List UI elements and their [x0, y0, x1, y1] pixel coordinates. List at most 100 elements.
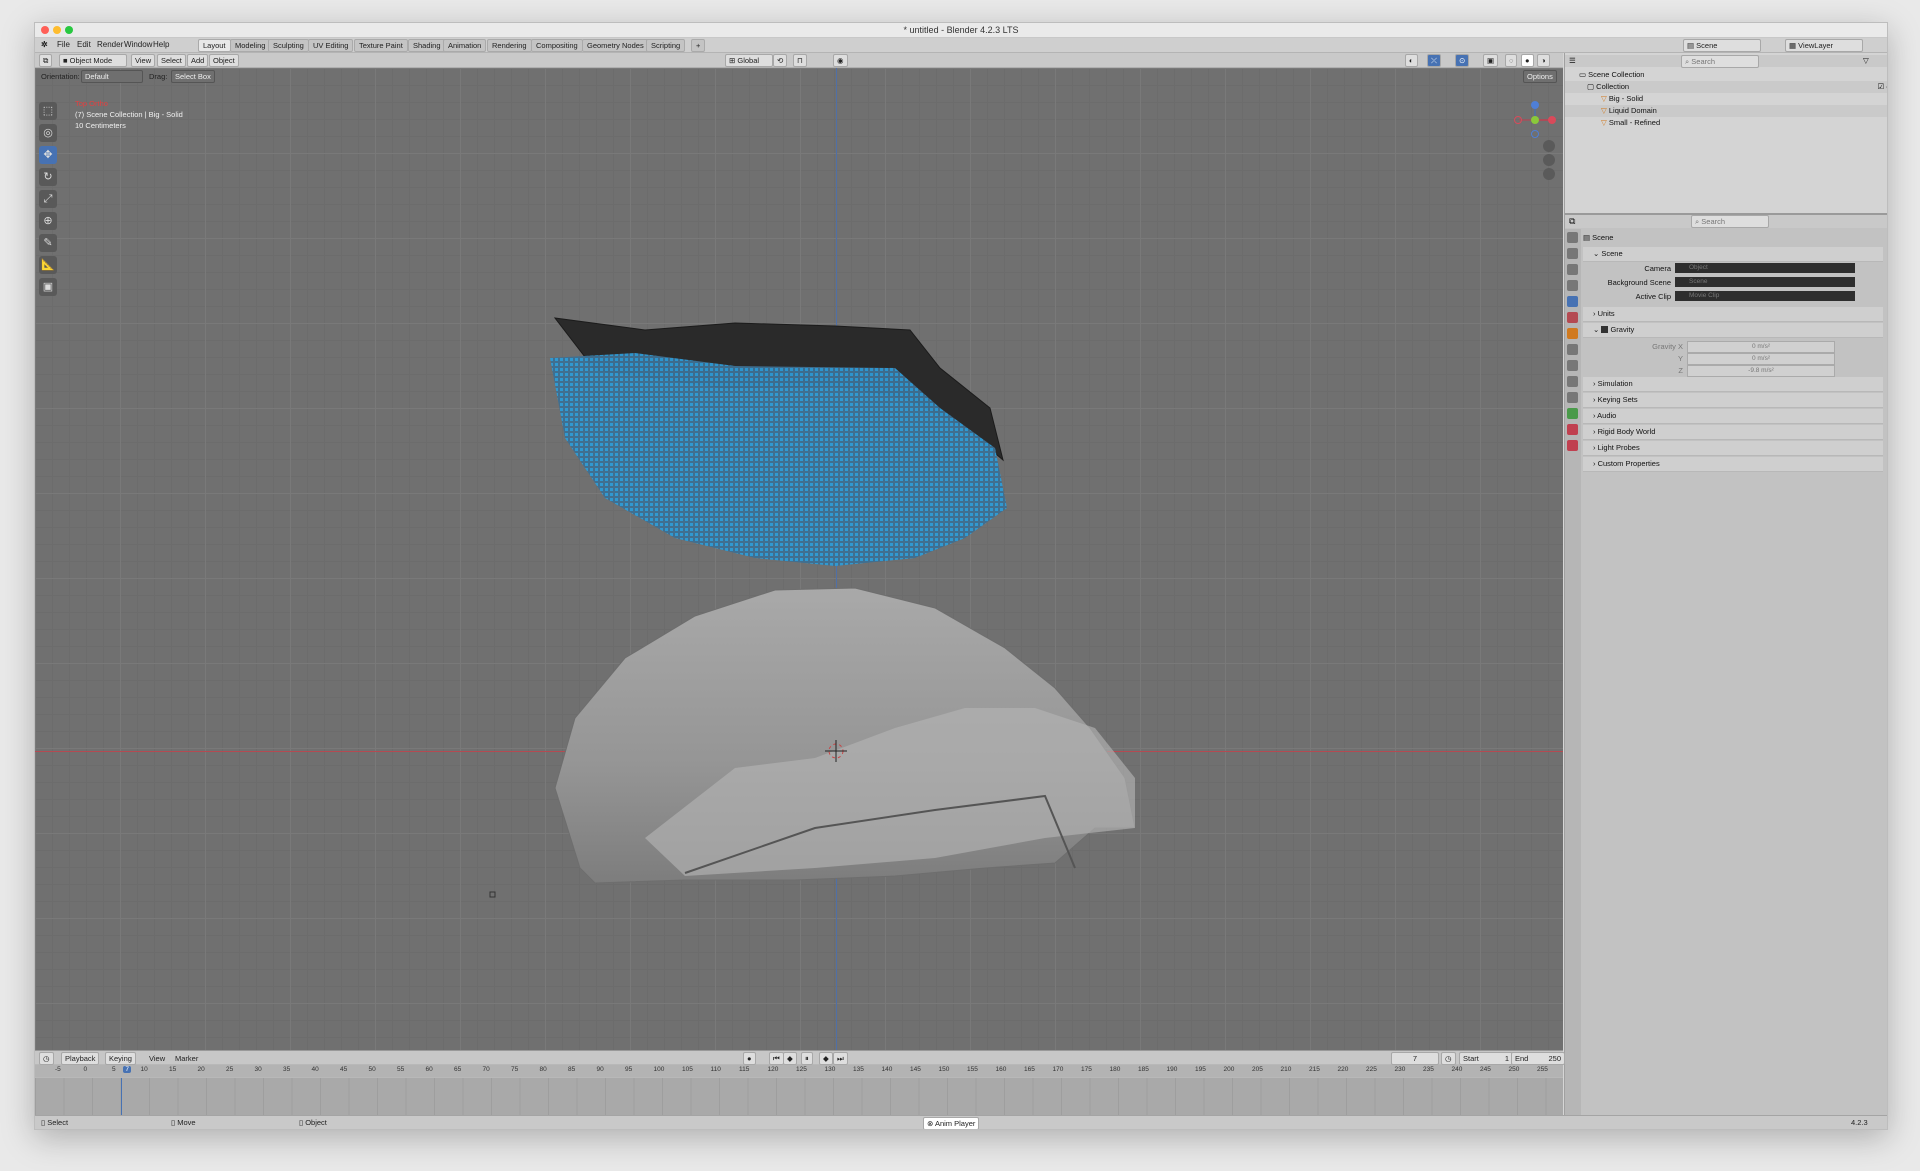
playback-dropdown[interactable]: Playback	[61, 1052, 100, 1065]
audio-panel-header[interactable]: › Audio	[1583, 409, 1883, 424]
wireframe-shading-icon[interactable]: ◌	[1505, 54, 1518, 67]
menu-file[interactable]: File	[57, 40, 70, 49]
gravity-x-field[interactable]: 0 m/s²	[1687, 341, 1835, 353]
scene-selector[interactable]: ▤ Scene	[1683, 39, 1761, 52]
background-scene-field[interactable]: Scene	[1675, 277, 1855, 287]
timeline-keyframe-area[interactable]	[35, 1078, 1563, 1116]
timeline-menu-view[interactable]: View	[149, 1054, 165, 1063]
3d-viewport[interactable]: Orientation: Default Drag: Select Box Op…	[35, 68, 1563, 1050]
pause-icon[interactable]: ⏸	[801, 1052, 813, 1065]
end-frame-field[interactable]: End 250	[1511, 1052, 1565, 1065]
next-keyframe-icon[interactable]: ◆	[819, 1052, 833, 1065]
tab-scripting[interactable]: Scripting	[646, 39, 686, 52]
blender-logo-icon[interactable]: ✲	[41, 40, 48, 49]
filter-icon[interactable]: ▽	[1863, 55, 1869, 67]
status-bar: ▯ Select ▯ Move ▯ Object ⊗ Anim Player 4…	[35, 1115, 1887, 1129]
outliner-editor-icon[interactable]: ☰	[1569, 55, 1576, 67]
outliner-row-collection[interactable]: ▢ Collection ☑ ◉ ▣	[1565, 81, 1887, 93]
menu-select[interactable]: Select	[157, 54, 186, 67]
custom-properties-panel-header[interactable]: › Custom Properties	[1583, 457, 1883, 472]
particles-tab-icon[interactable]	[1567, 360, 1578, 371]
current-frame-field[interactable]: 7	[1391, 1052, 1439, 1065]
tab-modeling[interactable]: Modeling	[230, 39, 271, 52]
add-workspace-button[interactable]: +	[691, 39, 706, 52]
current-frame-marker[interactable]: 7	[123, 1066, 132, 1073]
view-layer-tab-icon[interactable]	[1567, 280, 1578, 291]
camera-field[interactable]: Object	[1675, 263, 1855, 273]
object-tab-icon[interactable]	[1567, 328, 1578, 339]
transform-orientation-dropdown[interactable]: ⊞ Global	[725, 54, 773, 67]
data-tab-icon[interactable]	[1567, 408, 1578, 419]
tab-texture-paint[interactable]: Texture Paint	[354, 39, 408, 52]
light-probes-panel-header[interactable]: › Light Probes	[1583, 441, 1883, 456]
timeline-editor-icon[interactable]: ◷	[39, 1052, 54, 1065]
units-panel-header[interactable]: › Units	[1583, 307, 1883, 322]
tab-animation[interactable]: Animation	[443, 39, 487, 52]
material-shading-icon[interactable]: ◑	[1537, 54, 1550, 67]
overlay-toggle-icon[interactable]: ⊙	[1455, 54, 1470, 67]
pivot-icon[interactable]: ⟲	[773, 54, 788, 67]
snap-icon[interactable]: ⊓	[793, 54, 807, 67]
modifier-tab-icon[interactable]	[1567, 344, 1578, 355]
menu-edit[interactable]: Edit	[77, 40, 91, 49]
editor-type-icon[interactable]: ⧉	[39, 54, 53, 67]
properties-search-input[interactable]: ⌕ Search	[1691, 215, 1769, 228]
rigid-body-world-panel-header[interactable]: › Rigid Body World	[1583, 425, 1883, 440]
timeline-ruler[interactable]: -5 0 5 7 10 15 20 25 30 35 40 45 50 55 60 65 70 75 80 85 90 9…	[35, 1065, 1563, 1077]
gizmo-toggle-icon[interactable]: ⤫	[1427, 54, 1441, 67]
tab-layout[interactable]: Layout	[198, 39, 231, 52]
tab-compositing[interactable]: Compositing	[531, 39, 583, 52]
menu-render[interactable]: Render	[97, 40, 123, 49]
keying-dropdown[interactable]: Keying	[105, 1052, 136, 1065]
keying-sets-panel-header[interactable]: › Keying Sets	[1583, 393, 1883, 408]
tab-shading[interactable]: Shading	[408, 39, 446, 52]
proportional-edit-icon[interactable]: ◉	[833, 54, 848, 67]
preview-range-icon[interactable]: ◷	[1441, 1052, 1456, 1065]
collection-visibility-icon[interactable]: ☑ ◉ ▣	[1877, 81, 1887, 93]
tab-sculpting[interactable]: Sculpting	[268, 39, 309, 52]
constraints-tab-icon[interactable]	[1567, 392, 1578, 403]
outliner-row-liquid-domain[interactable]: ▽ Liquid Domain◉ ▣	[1565, 105, 1887, 117]
gravity-z-field[interactable]: -9.8 m/s²	[1687, 365, 1835, 377]
world-tab-icon[interactable]	[1567, 312, 1578, 323]
menu-window[interactable]: Window	[124, 40, 152, 49]
active-clip-field[interactable]: Movie Clip	[1675, 291, 1855, 301]
texture-tab-icon[interactable]	[1567, 440, 1578, 451]
menu-object[interactable]: Object	[209, 54, 239, 67]
outliner-row-small-refined[interactable]: ▽ Small - Refined◉ ▣	[1565, 117, 1887, 129]
physics-tab-icon[interactable]	[1567, 376, 1578, 387]
menu-add[interactable]: Add	[187, 54, 209, 67]
simulation-panel-header[interactable]: › Simulation	[1583, 377, 1883, 392]
prev-keyframe-icon[interactable]: ◆	[783, 1052, 797, 1065]
auto-key-icon[interactable]: ●	[743, 1052, 756, 1065]
solid-shading-icon[interactable]: ●	[1521, 54, 1534, 67]
tab-rendering[interactable]: Rendering	[487, 39, 532, 52]
visibility-icon[interactable]: ◐	[1405, 54, 1418, 67]
outliner-row-big-solid[interactable]: ▽ Big - Solid◉ ▣	[1565, 93, 1887, 105]
timeline-menu-marker[interactable]: Marker	[175, 1054, 198, 1063]
scene-panel-header[interactable]: ⌄ Scene	[1583, 247, 1883, 262]
jump-end-icon[interactable]: ⏭	[833, 1052, 848, 1065]
anim-player-status[interactable]: ⊗ Anim Player	[923, 1117, 980, 1129]
menu-help[interactable]: Help	[153, 40, 169, 49]
tab-geometry-nodes[interactable]: Geometry Nodes	[582, 39, 649, 52]
gravity-y-field[interactable]: 0 m/s²	[1687, 353, 1835, 365]
start-frame-field[interactable]: Start 1	[1459, 1052, 1513, 1065]
ruler-tick-label: 220	[1337, 1066, 1349, 1073]
jump-start-icon[interactable]: ⏮	[769, 1052, 784, 1065]
tab-uv-editing[interactable]: UV Editing	[308, 39, 354, 52]
output-tab-icon[interactable]	[1567, 264, 1578, 275]
xray-icon[interactable]: ▣	[1483, 54, 1499, 67]
menu-view[interactable]: View	[131, 54, 156, 67]
material-tab-icon[interactable]	[1567, 424, 1578, 435]
tool-tab-icon[interactable]	[1567, 232, 1578, 243]
mode-dropdown[interactable]: ■ Object Mode	[59, 54, 127, 67]
render-tab-icon[interactable]	[1567, 248, 1578, 259]
scene-tab-icon[interactable]	[1567, 296, 1578, 307]
gravity-checkbox[interactable]	[1601, 326, 1609, 333]
outliner-search-input[interactable]: ⌕ Search	[1681, 55, 1759, 68]
gravity-panel-header[interactable]: ⌄ Gravity	[1583, 323, 1883, 338]
outliner-row-scene-collection[interactable]: ▭ Scene Collection	[1565, 69, 1887, 81]
view-layer-selector[interactable]: ▦ ViewLayer	[1785, 39, 1863, 52]
properties-editor-icon[interactable]: ⧉	[1569, 216, 1575, 227]
